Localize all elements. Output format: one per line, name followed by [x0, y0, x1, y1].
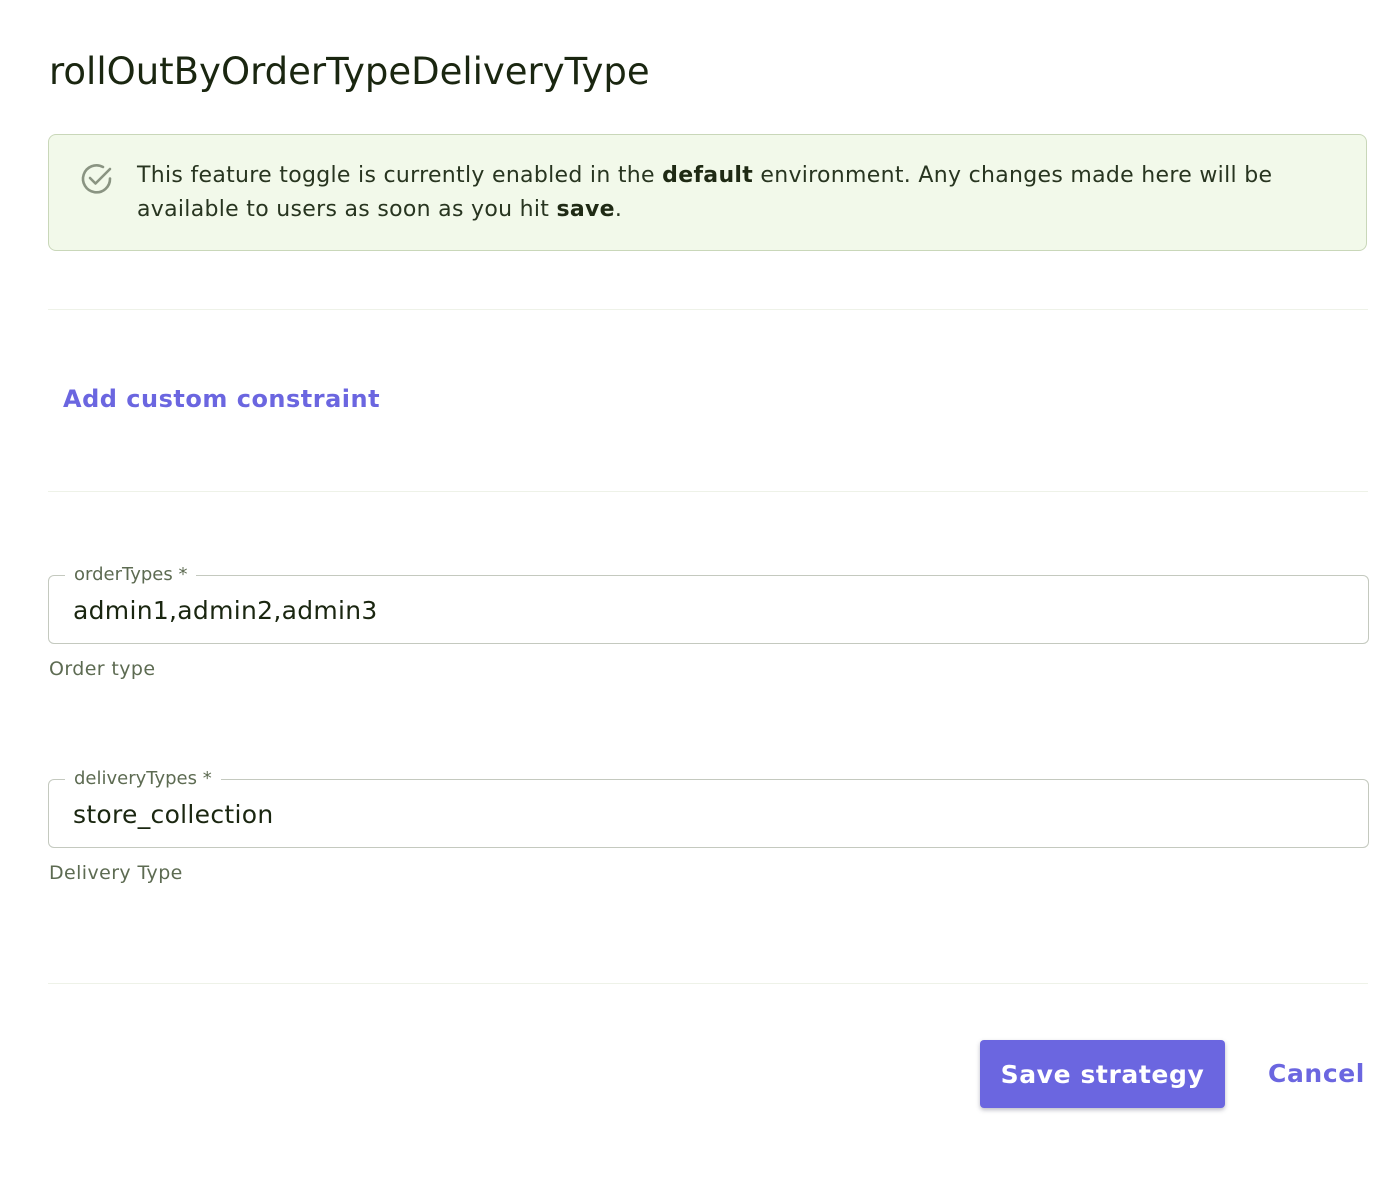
order-types-field[interactable]: orderTypes * — [48, 563, 1369, 644]
delivery-types-label: deliveryTypes * — [65, 767, 221, 791]
section-divider — [48, 491, 1368, 492]
environment-alert: This feature toggle is currently enabled… — [48, 134, 1367, 251]
page-title: rollOutByOrderTypeDeliveryType — [49, 50, 650, 93]
save-strategy-button[interactable]: Save strategy — [980, 1040, 1225, 1108]
delivery-types-field[interactable]: deliveryTypes * — [48, 767, 1369, 848]
alert-text-part: . — [614, 197, 623, 222]
order-types-input[interactable] — [73, 594, 1333, 628]
check-circle-icon — [81, 164, 112, 194]
delivery-types-helper-text: Delivery Type — [49, 862, 183, 884]
alert-message: This feature toggle is currently enabled… — [137, 159, 1337, 227]
section-divider — [48, 309, 1368, 310]
cancel-button[interactable]: Cancel — [1262, 1040, 1371, 1108]
delivery-types-input[interactable] — [73, 798, 1333, 832]
order-types-helper-text: Order type — [49, 658, 156, 680]
add-custom-constraint-button[interactable]: Add custom constraint — [63, 381, 380, 417]
environment-name: default — [662, 163, 754, 188]
save-keyword: save — [556, 197, 615, 222]
section-divider — [48, 983, 1368, 984]
order-types-label: orderTypes * — [65, 563, 197, 587]
alert-text-part: This feature toggle is currently enabled… — [137, 163, 663, 188]
